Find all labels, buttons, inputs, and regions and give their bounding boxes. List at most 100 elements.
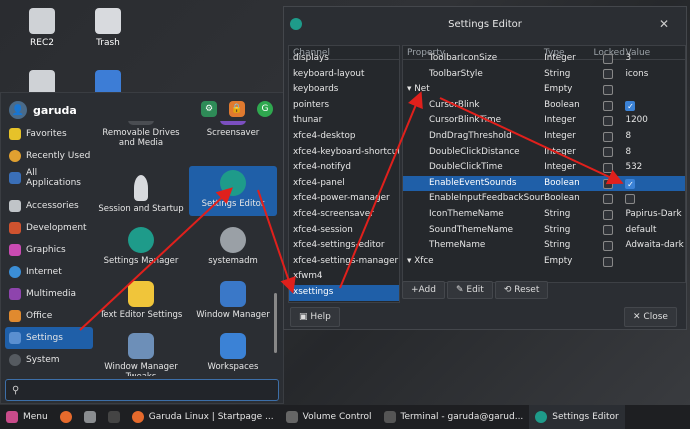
help-button[interactable]: ▣ Help	[290, 307, 340, 327]
app-session-startup[interactable]: Session and Startup	[97, 171, 185, 227]
reset-button[interactable]: ⟲ Reset	[494, 281, 549, 299]
table-row[interactable]: ToolbarIconSize Integer 3	[403, 51, 685, 67]
category-all-applications[interactable]: All Applications	[5, 167, 93, 189]
locked-checkbox[interactable]	[602, 240, 613, 251]
channel-item[interactable]: keyboard-layout	[289, 67, 399, 83]
channel-item[interactable]: xfce4-desktop	[289, 129, 399, 145]
table-row[interactable]: ▾ Xfce Empty	[403, 254, 685, 270]
locked-checkbox[interactable]	[602, 162, 613, 173]
channel-item-selected[interactable]: xsettings	[289, 284, 399, 301]
locked-checkbox[interactable]	[602, 53, 613, 64]
table-row[interactable]: DoubleClickDistance Integer 8	[403, 145, 685, 161]
task-terminal[interactable]: Terminal - garuda@garud...	[378, 405, 530, 429]
table-row-selected[interactable]: EnableEventSounds Boolean ✓	[403, 175, 685, 192]
app-text-editor-settings[interactable]: Text Editor Settings	[97, 277, 185, 333]
app-systemadm[interactable]: systemadm	[189, 223, 277, 279]
lock-screen-icon[interactable]: 🔒	[229, 101, 245, 117]
value-cell[interactable]: default	[621, 223, 685, 239]
locked-checkbox[interactable]	[602, 100, 613, 111]
task-volume-control[interactable]: Volume Control	[280, 405, 378, 429]
value-cell[interactable]	[621, 254, 685, 270]
value-cell[interactable]	[621, 191, 685, 207]
table-row[interactable]: ToolbarStyle String icons	[403, 67, 685, 83]
value-cell[interactable]: Adwaita-dark	[621, 238, 685, 254]
table-row[interactable]: ▾ Net Empty	[403, 82, 685, 98]
value-cell[interactable]: ✓	[621, 176, 685, 192]
locked-checkbox[interactable]	[602, 147, 613, 158]
locked-checkbox[interactable]	[602, 84, 613, 95]
category-multimedia[interactable]: Multimedia	[5, 283, 93, 305]
channel-item[interactable]: pointers	[289, 98, 399, 114]
app-window-manager-tweaks[interactable]: Window Manager Tweaks	[97, 329, 185, 376]
window-titlebar[interactable]: Settings Editor	[284, 7, 686, 41]
category-recently-used[interactable]: Recently Used	[5, 145, 93, 167]
value-checkbox[interactable]	[625, 194, 636, 205]
channel-item[interactable]: xfce4-session	[289, 223, 399, 239]
table-row[interactable]: SoundThemeName String default	[403, 223, 685, 239]
logout-icon[interactable]: G	[257, 101, 273, 117]
locked-checkbox[interactable]	[602, 69, 613, 80]
table-row[interactable]: IconThemeName String Papirus-Dark	[403, 207, 685, 223]
value-checkbox[interactable]: ✓	[625, 178, 636, 189]
value-cell[interactable]: 1200	[621, 113, 685, 129]
app-workspaces[interactable]: Workspaces	[189, 329, 277, 376]
app-grid-scrollbar[interactable]	[274, 293, 277, 353]
menu-search-field[interactable]: ⚲	[5, 379, 279, 401]
table-row[interactable]: CursorBlink Boolean ✓	[403, 98, 685, 114]
channel-item[interactable]: xfce4-power-manager	[289, 191, 399, 207]
locked-checkbox[interactable]	[602, 225, 613, 236]
channel-item[interactable]: thunar	[289, 113, 399, 129]
value-cell[interactable]: 532	[621, 160, 685, 176]
locked-checkbox[interactable]	[602, 194, 613, 205]
app-settings-manager[interactable]: Settings Manager	[97, 223, 185, 279]
locked-checkbox[interactable]	[602, 116, 613, 127]
value-cell[interactable]	[621, 82, 685, 98]
value-checkbox[interactable]: ✓	[625, 100, 636, 111]
app-settings-editor[interactable]: Settings Editor	[189, 166, 277, 216]
edit-button[interactable]: ✎ Edit	[446, 281, 493, 299]
category-accessories[interactable]: Accessories	[5, 195, 93, 217]
channel-item[interactable]: xfce4-settings-editor	[289, 238, 399, 254]
locked-checkbox[interactable]	[602, 131, 613, 142]
channel-item[interactable]: xfwm4	[289, 269, 399, 285]
task-firefox[interactable]: Garuda Linux | Startpage ...	[126, 405, 280, 429]
firefox-launcher[interactable]	[54, 405, 78, 429]
app-removable-drives[interactable]: Removable Drives and Media	[97, 121, 185, 171]
channel-item[interactable]: displays	[289, 51, 399, 67]
value-cell[interactable]: 8	[621, 145, 685, 161]
channel-item[interactable]: xfce4-keyboard-shortcuts	[289, 145, 399, 161]
close-button[interactable]: ✕ Close	[624, 307, 677, 327]
channel-item[interactable]: xfce4-notifyd	[289, 160, 399, 176]
channel-item[interactable]: keyboards	[289, 82, 399, 98]
table-row[interactable]: DoubleClickTime Integer 532	[403, 160, 685, 176]
category-system[interactable]: System	[5, 349, 93, 371]
close-icon[interactable]: ✕	[656, 17, 672, 31]
add-button[interactable]: +Add	[402, 281, 445, 299]
channel-scrollbar[interactable]	[399, 106, 400, 146]
value-cell[interactable]: icons	[621, 67, 685, 83]
table-row[interactable]: CursorBlinkTime Integer 1200	[403, 113, 685, 129]
value-cell[interactable]: ✓	[621, 98, 685, 114]
category-graphics[interactable]: Graphics	[5, 239, 93, 261]
desktop-icon-rec2[interactable]: REC2	[18, 8, 66, 48]
channel-item[interactable]: xfce4-panel	[289, 176, 399, 192]
table-row[interactable]: DndDragThreshold Integer 8	[403, 129, 685, 145]
table-row[interactable]: EnableInputFeedbackSounds Boolean	[403, 191, 685, 207]
task-settings-editor[interactable]: Settings Editor	[529, 405, 625, 429]
locked-checkbox[interactable]	[602, 178, 613, 189]
category-settings[interactable]: Settings	[5, 327, 93, 349]
value-cell[interactable]: Papirus-Dark	[621, 207, 685, 223]
value-cell[interactable]: 3	[621, 51, 685, 67]
value-cell[interactable]: 8	[621, 129, 685, 145]
locked-checkbox[interactable]	[602, 256, 613, 267]
category-favorites[interactable]: Favorites	[5, 123, 93, 145]
locked-checkbox[interactable]	[602, 209, 613, 220]
channel-item[interactable]: xfce4-screensaver	[289, 207, 399, 223]
files-launcher[interactable]	[78, 405, 102, 429]
category-internet[interactable]: Internet	[5, 261, 93, 283]
terminal-launcher[interactable]	[102, 405, 126, 429]
category-development[interactable]: Development	[5, 217, 93, 239]
desktop-icon-trash[interactable]: Trash	[84, 8, 132, 48]
channel-item[interactable]: xfce4-settings-manager	[289, 254, 399, 270]
category-office[interactable]: Office	[5, 305, 93, 327]
